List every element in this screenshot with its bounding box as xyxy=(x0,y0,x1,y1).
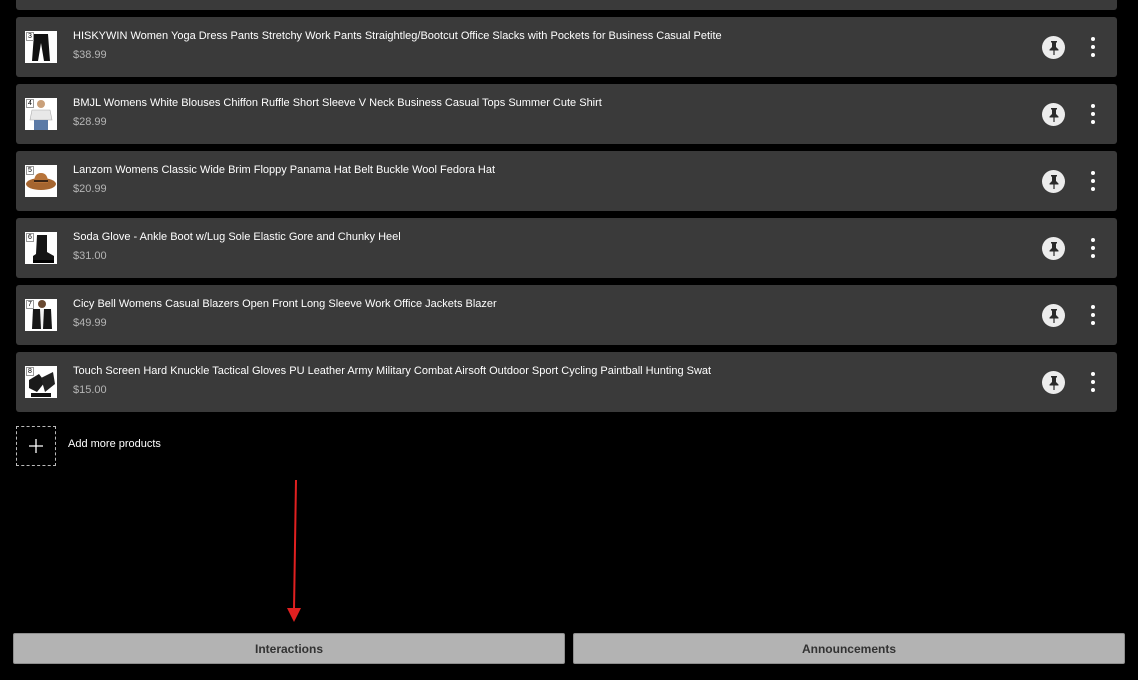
interactions-button[interactable]: Interactions xyxy=(13,633,565,664)
more-options-button[interactable] xyxy=(1086,35,1100,59)
product-list: 3 HISKYWIN Women Yoga Dress Pants Stretc… xyxy=(16,17,1117,419)
product-index: 7 xyxy=(26,300,34,309)
more-options-button[interactable] xyxy=(1086,169,1100,193)
product-thumbnail: 6 xyxy=(25,232,57,264)
product-thumbnail: 8 xyxy=(25,366,57,398)
more-options-button[interactable] xyxy=(1086,370,1100,394)
product-price: $49.99 xyxy=(73,317,107,329)
pin-icon xyxy=(1049,375,1058,390)
product-title[interactable]: BMJL Womens White Blouses Chiffon Ruffle… xyxy=(73,97,602,109)
product-list-panel: 3 HISKYWIN Women Yoga Dress Pants Stretc… xyxy=(0,0,1138,680)
announcements-button[interactable]: Announcements xyxy=(573,633,1125,664)
product-price: $28.99 xyxy=(73,116,107,128)
product-title[interactable]: Cicy Bell Womens Casual Blazers Open Fro… xyxy=(73,298,497,310)
pin-button[interactable] xyxy=(1042,304,1065,327)
product-price: $15.00 xyxy=(73,384,107,396)
pin-icon xyxy=(1049,107,1058,122)
previous-product-row[interactable] xyxy=(16,0,1117,10)
product-title[interactable]: Lanzom Womens Classic Wide Brim Floppy P… xyxy=(73,164,495,176)
product-row[interactable]: 3 HISKYWIN Women Yoga Dress Pants Stretc… xyxy=(16,17,1117,77)
more-options-button[interactable] xyxy=(1086,303,1100,327)
pin-icon xyxy=(1049,308,1058,323)
product-title[interactable]: Touch Screen Hard Knuckle Tactical Glove… xyxy=(73,365,711,377)
more-options-button[interactable] xyxy=(1086,102,1100,126)
product-index: 8 xyxy=(26,367,34,376)
pin-button[interactable] xyxy=(1042,36,1065,59)
more-vertical-icon xyxy=(1091,37,1095,41)
more-vertical-icon xyxy=(1091,171,1095,175)
product-price: $31.00 xyxy=(73,250,107,262)
pin-icon xyxy=(1049,241,1058,256)
product-thumbnail: 4 xyxy=(25,98,57,130)
product-row[interactable]: 8 Touch Screen Hard Knuckle Tactical Glo… xyxy=(16,352,1117,412)
plus-icon xyxy=(29,439,43,453)
product-index: 3 xyxy=(26,32,34,41)
more-vertical-icon xyxy=(1091,305,1095,309)
pin-button[interactable] xyxy=(1042,103,1065,126)
pin-icon xyxy=(1049,174,1058,189)
more-vertical-icon xyxy=(1091,104,1095,108)
more-vertical-icon xyxy=(1091,238,1095,242)
add-product-button[interactable] xyxy=(16,426,56,466)
product-index: 6 xyxy=(26,233,34,242)
more-options-button[interactable] xyxy=(1086,236,1100,260)
product-row[interactable]: 5 Lanzom Womens Classic Wide Brim Floppy… xyxy=(16,151,1117,211)
more-vertical-icon xyxy=(1091,372,1095,376)
product-index: 5 xyxy=(26,166,34,175)
pin-button[interactable] xyxy=(1042,237,1065,260)
pin-button[interactable] xyxy=(1042,371,1065,394)
product-row[interactable]: 6 Soda Glove - Ankle Boot w/Lug Sole Ela… xyxy=(16,218,1117,278)
product-row[interactable]: 4 BMJL Womens White Blouses Chiffon Ruff… xyxy=(16,84,1117,144)
product-title[interactable]: Soda Glove - Ankle Boot w/Lug Sole Elast… xyxy=(73,231,401,243)
product-thumbnail: 5 xyxy=(25,165,57,197)
product-index: 4 xyxy=(26,99,34,108)
red-arrow-annotation xyxy=(287,480,301,622)
pin-icon xyxy=(1049,40,1058,55)
product-price: $20.99 xyxy=(73,183,107,195)
product-price: $38.99 xyxy=(73,49,107,61)
product-row[interactable]: 7 Cicy Bell Womens Casual Blazers Open F… xyxy=(16,285,1117,345)
product-title[interactable]: HISKYWIN Women Yoga Dress Pants Stretchy… xyxy=(73,30,722,42)
product-thumbnail: 7 xyxy=(25,299,57,331)
add-more-products-label[interactable]: Add more products xyxy=(68,438,161,450)
product-thumbnail: 3 xyxy=(25,31,57,63)
pin-button[interactable] xyxy=(1042,170,1065,193)
